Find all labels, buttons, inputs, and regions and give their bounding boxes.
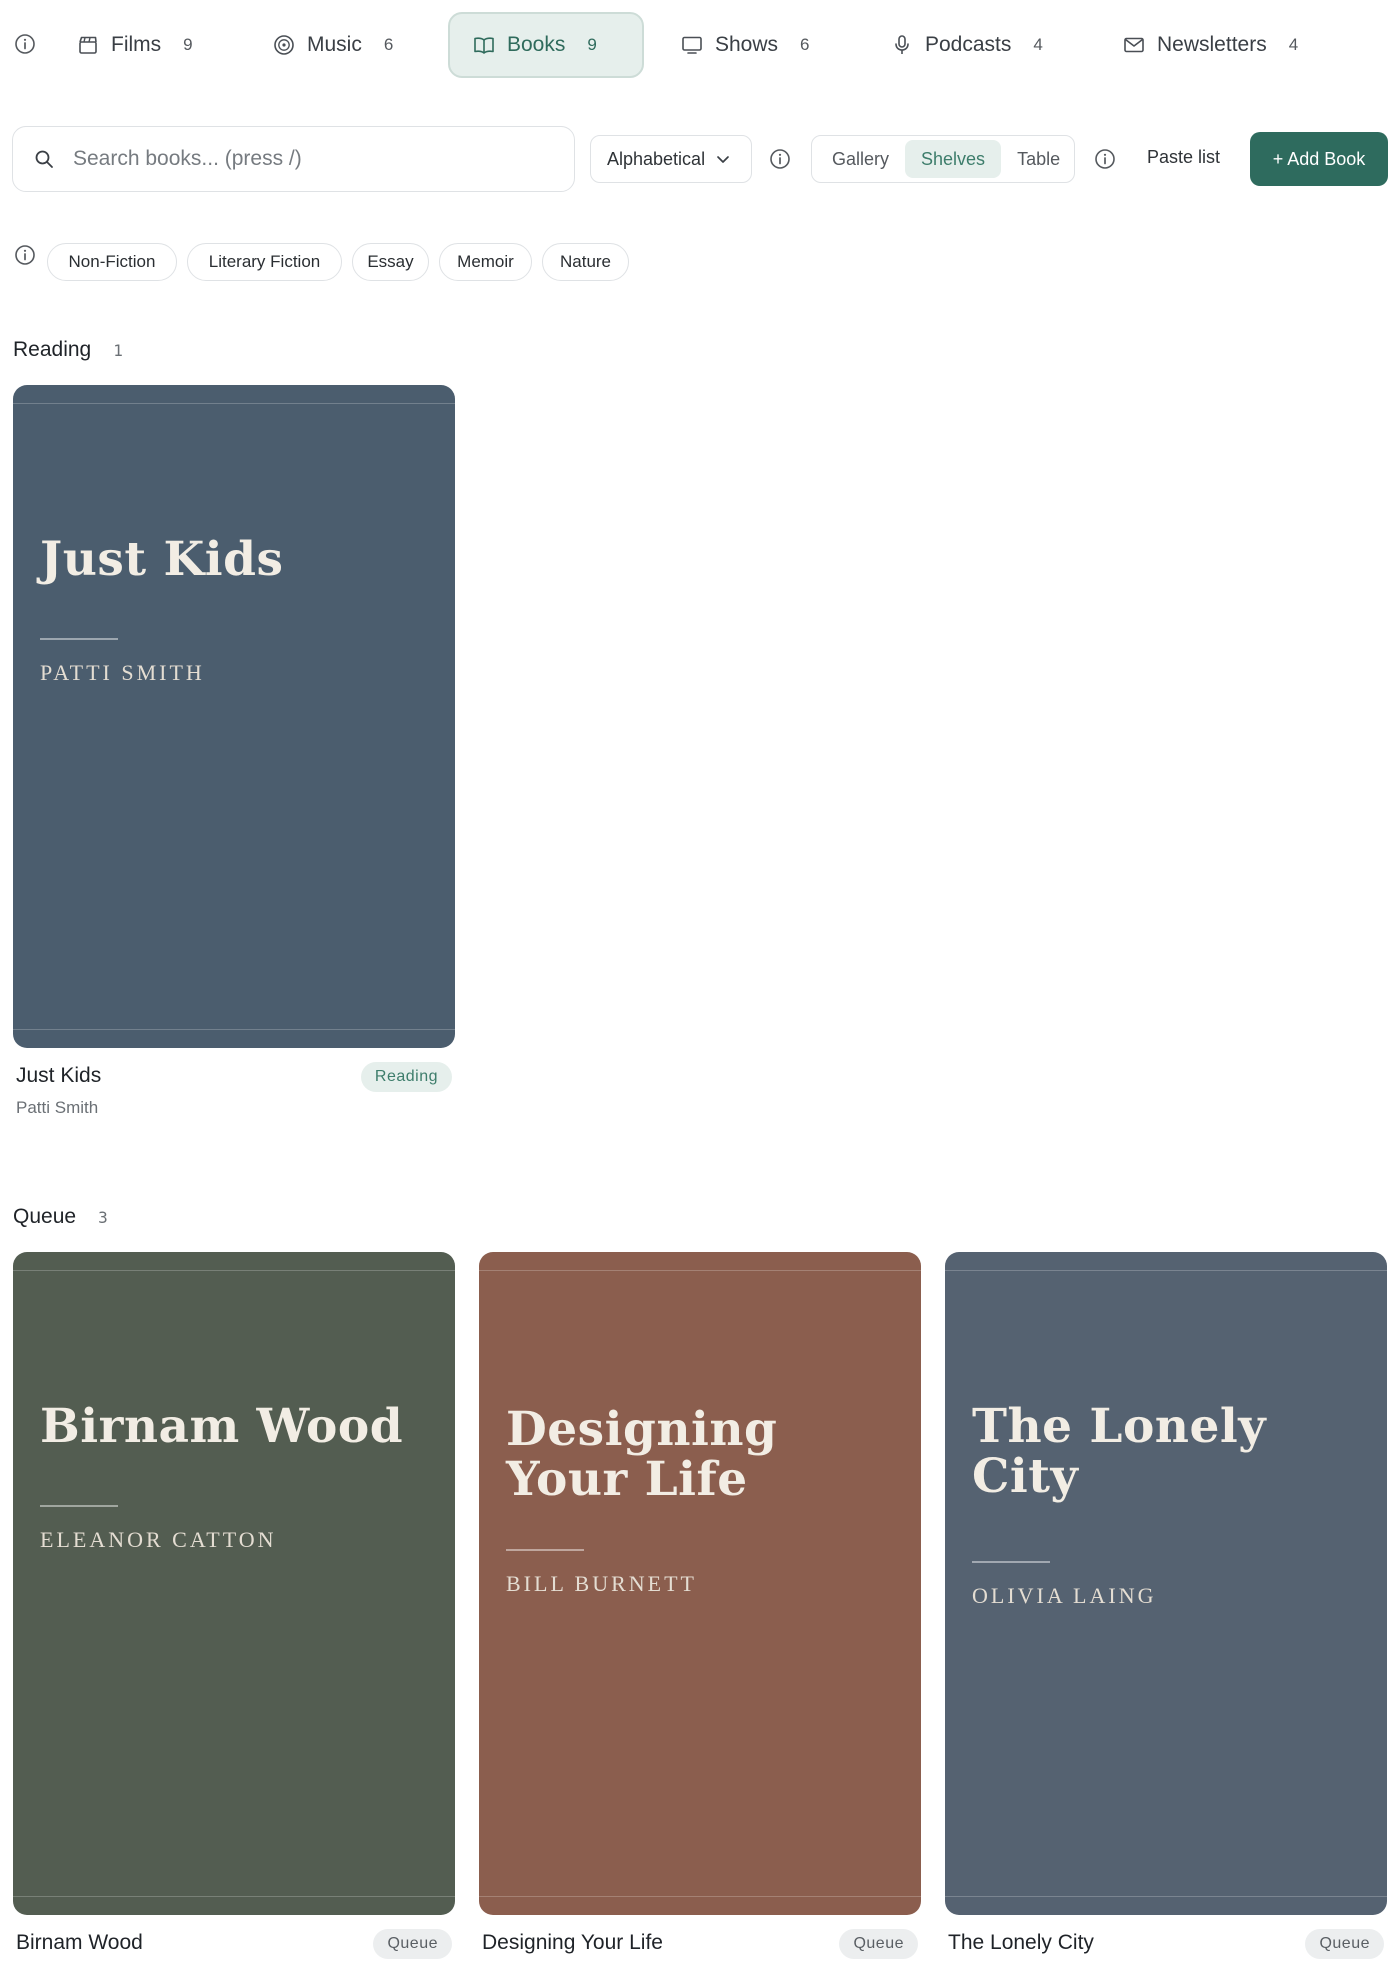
tab-shows[interactable]: Shows 6 — [664, 12, 824, 78]
status-badge: Queue — [839, 1929, 918, 1959]
genre-info-icon[interactable] — [14, 244, 36, 266]
add-book-button[interactable]: + Add Book — [1250, 132, 1388, 186]
book-title: Designing Your Life — [482, 1931, 663, 1954]
book-title: Birnam Wood — [16, 1931, 143, 1954]
tab-podcasts-label: Podcasts — [925, 33, 1012, 56]
search-box[interactable] — [12, 126, 575, 192]
book-cover[interactable]: Just Kids PATTI SMITH — [13, 385, 455, 1048]
cover-title: Designing Your Life — [506, 1402, 778, 1507]
search-icon — [33, 148, 55, 170]
tab-newsletters[interactable]: Newsletters 4 — [1106, 12, 1336, 78]
section-header-reading: Reading 1 — [13, 338, 123, 362]
info-icon[interactable] — [14, 33, 36, 55]
status-badge: Queue — [373, 1929, 452, 1959]
section-title: Queue — [13, 1205, 77, 1228]
tab-books[interactable]: Books 9 — [448, 12, 644, 78]
book-card-birnam-wood[interactable]: Birnam Wood ELEANOR CATTON Birnam Wood Q… — [13, 1252, 455, 1969]
cover-author: ELEANOR CATTON — [40, 1527, 277, 1552]
tab-newsletters-label: Newsletters — [1157, 33, 1267, 56]
tab-shows-count: 6 — [800, 35, 810, 54]
section-count: 1 — [113, 341, 123, 360]
status-badge: Queue — [1305, 1929, 1384, 1959]
search-input[interactable] — [73, 147, 543, 171]
genre-chip-essay[interactable]: Essay — [352, 243, 429, 281]
tab-music-count: 6 — [383, 35, 394, 54]
tab-films-label: Films — [111, 33, 162, 56]
book-meta: Birnam Wood Queue — [13, 1915, 455, 1969]
paste-list-button[interactable]: Paste list — [1147, 147, 1220, 168]
vinyl-disc-icon — [272, 33, 296, 57]
view-table-button[interactable]: Table — [1001, 140, 1076, 178]
tab-shows-label: Shows — [715, 33, 779, 56]
cover-author: OLIVIA LAING — [972, 1583, 1157, 1608]
tab-books-count: 9 — [587, 35, 597, 54]
book-card-designing-your-life[interactable]: Designing Your Life BILL BURNETT Designi… — [479, 1252, 921, 1969]
genre-chip-non-fiction[interactable]: Non-Fiction — [47, 243, 177, 281]
book-card-the-lonely-city[interactable]: The Lonely City OLIVIA LAING The Lonely … — [945, 1252, 1387, 1969]
book-title: The Lonely City — [948, 1931, 1094, 1954]
book-card-just-kids[interactable]: Just Kids PATTI SMITH Just Kids Patti Sm… — [13, 385, 455, 1126]
cover-author: BILL BURNETT — [506, 1571, 697, 1596]
book-title: Just Kids — [16, 1064, 102, 1087]
genre-chip-nature[interactable]: Nature — [542, 243, 629, 281]
book-cover[interactable]: The Lonely City OLIVIA LAING — [945, 1252, 1387, 1915]
genre-chip-memoir[interactable]: Memoir — [439, 243, 532, 281]
cover-title: The Lonely City — [972, 1399, 1267, 1504]
cover-author: PATTI SMITH — [40, 660, 205, 685]
tab-books-label: Books — [507, 33, 566, 56]
tab-podcasts[interactable]: Podcasts 4 — [874, 12, 1074, 78]
cover-title: Just Kids — [40, 532, 284, 587]
view-gallery-button[interactable]: Gallery — [816, 140, 905, 178]
status-badge: Reading — [360, 1062, 452, 1092]
view-info-icon[interactable] — [1094, 148, 1116, 170]
section-header-queue: Queue 3 — [13, 1205, 108, 1229]
cover-title: Birnam Wood — [40, 1399, 404, 1454]
monitor-icon — [680, 33, 704, 57]
envelope-icon — [1122, 33, 1146, 57]
book-cover[interactable]: Designing Your Life BILL BURNETT — [479, 1252, 921, 1915]
tab-podcasts-count: 4 — [1033, 35, 1043, 54]
tab-films-count: 9 — [183, 35, 193, 54]
book-meta: The Lonely City Queue — [945, 1915, 1387, 1969]
section-count: 3 — [98, 1208, 108, 1227]
category-nav: Films 9 Music 6 Books 9 Shows 6 Podcasts… — [0, 12, 1400, 78]
book-cover[interactable]: Birnam Wood ELEANOR CATTON — [13, 1252, 455, 1915]
tab-music[interactable]: Music 6 — [256, 12, 416, 78]
tab-films[interactable]: Films 9 — [60, 12, 210, 78]
book-meta: Just Kids Patti Smith Reading — [13, 1048, 455, 1126]
sort-dropdown[interactable]: Alphabetical — [590, 135, 752, 183]
tab-music-label: Music — [307, 33, 362, 56]
view-switcher: Gallery Shelves Table — [811, 135, 1075, 183]
book-meta: Designing Your Life Queue — [479, 1915, 921, 1969]
tab-newsletters-count: 4 — [1288, 35, 1299, 54]
section-title: Reading — [13, 338, 92, 361]
sort-info-icon[interactable] — [769, 148, 791, 170]
clapperboard-icon — [76, 33, 100, 57]
microphone-icon — [890, 33, 914, 57]
chevron-down-icon — [715, 151, 731, 167]
sort-label: Alphabetical — [607, 148, 706, 169]
open-book-icon — [472, 33, 496, 57]
book-author: Patti Smith — [16, 1098, 99, 1117]
view-shelves-button[interactable]: Shelves — [905, 140, 1002, 178]
genre-chip-literary-fiction[interactable]: Literary Fiction — [187, 243, 342, 281]
